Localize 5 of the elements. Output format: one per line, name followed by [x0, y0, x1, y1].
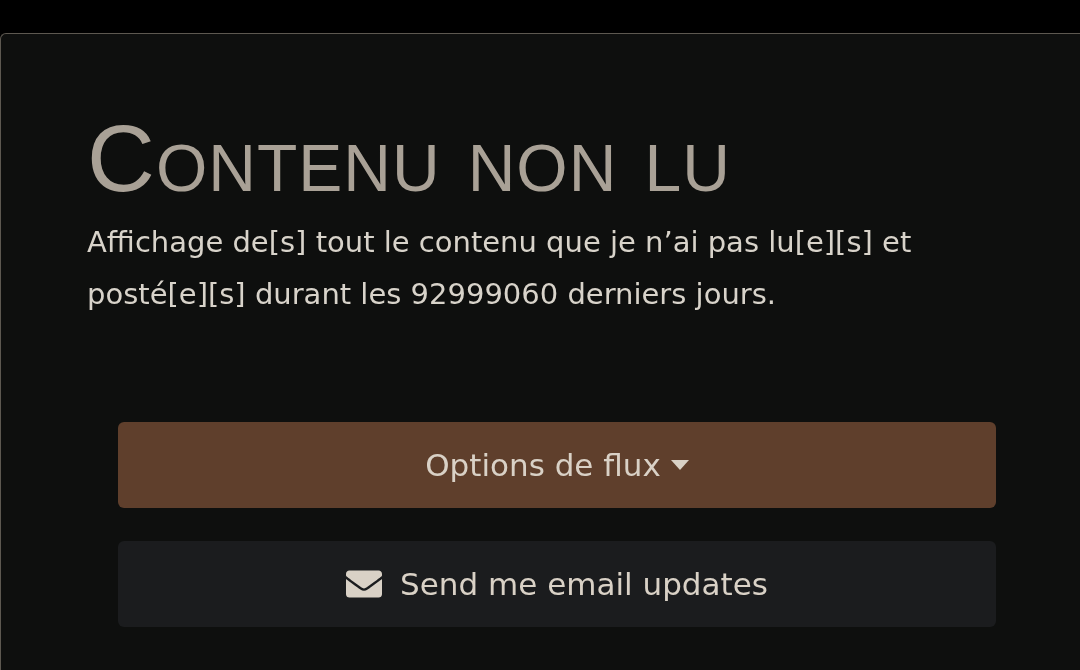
- caret-icon: [670, 460, 689, 470]
- feed-options-button[interactable]: Options de flux: [118, 422, 996, 508]
- page-title: Contenu non lu: [87, 112, 732, 206]
- description-text: Affichage de[s] tout le contenu que je n’ai pas lu[e][s] et posté[e][s] durant les 92999060 derniers jours.: [87, 224, 913, 313]
- email-updates-button[interactable]: Send me email updates: [118, 541, 996, 627]
